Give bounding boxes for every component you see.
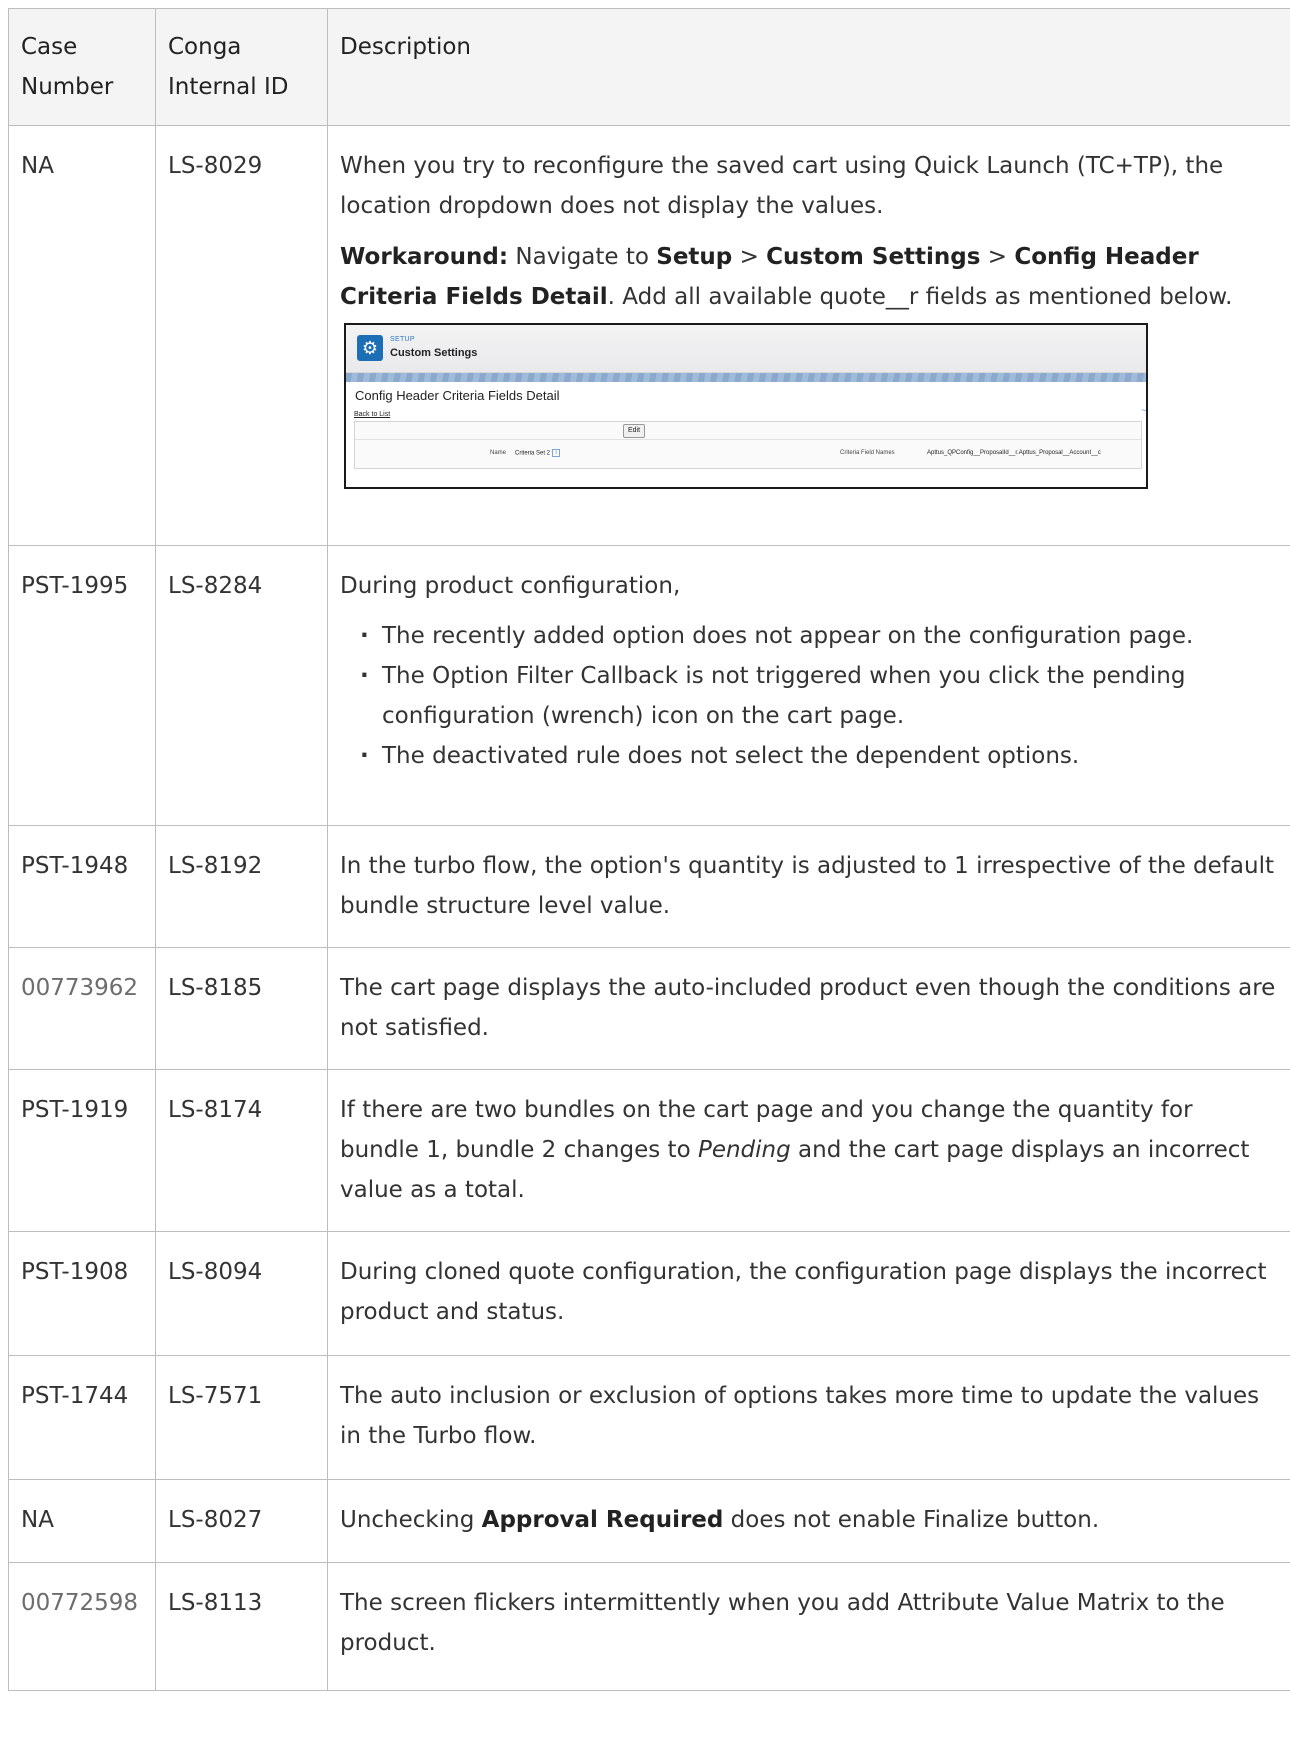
case-number-cell: NA	[8, 1479, 156, 1563]
description-cell: The cart page displays the auto-included…	[327, 947, 1290, 1070]
table-row: NA LS-8027 Unchecking Approval Required …	[8, 1479, 1290, 1563]
description-cell: When you try to reconfigure the saved ca…	[327, 125, 1290, 546]
internal-id-cell: LS-8113	[155, 1562, 328, 1691]
internal-id-cell: LS-8027	[155, 1479, 328, 1563]
header-case-line2: Number	[21, 74, 114, 100]
workaround-text-a: Navigate to	[508, 244, 657, 270]
table-row: PST-1919 LS-8174 If there are two bundle…	[8, 1069, 1290, 1232]
screenshot-edit-button: Edit	[623, 424, 646, 438]
case-number-cell: 00772598	[8, 1562, 156, 1691]
screenshot-detail-panel: Edit Name Criteria Set 2i Criteria Field…	[354, 421, 1142, 469]
description-text: The cart page displays the auto-included…	[340, 975, 1276, 1041]
internal-id-cell: LS-7571	[155, 1355, 328, 1480]
workaround-label: Workaround:	[340, 244, 509, 270]
description-emphasis: Pending	[697, 1137, 791, 1163]
workaround-paragraph: Workaround: Navigate to Setup > Custom S…	[340, 237, 1278, 317]
case-number-cell: PST-1948	[8, 825, 156, 948]
case-number-cell: NA	[8, 125, 156, 546]
internal-id-cell: LS-8284	[155, 545, 328, 826]
internal-id-cell: LS-8174	[155, 1069, 328, 1232]
table-row: NA LS-8029 When you try to reconfigure t…	[8, 125, 1290, 546]
description-cell: During cloned quote configuration, the c…	[327, 1231, 1290, 1356]
header-description-text: Description	[340, 34, 471, 60]
description-text: The auto inclusion or exclusion of optio…	[340, 1383, 1260, 1449]
workaround-sep1: >	[732, 244, 767, 270]
screenshot-page-title: Config Header Criteria Fields Detail	[355, 388, 560, 403]
screenshot-header-title: Custom Settings	[390, 347, 478, 359]
description-text: The screen flickers intermittently when …	[340, 1590, 1225, 1656]
bullet-item: The deactivated rule does not select the…	[360, 736, 1278, 776]
table-row: PST-1948 LS-8192 In the turbo flow, the …	[8, 825, 1290, 948]
screenshot-name-label: Name	[490, 450, 507, 456]
bullet-item: The recently added option does not appea…	[360, 616, 1278, 656]
header-id-line1: Conga	[168, 34, 242, 60]
info-icon: i	[552, 449, 561, 457]
screenshot-help-icon: ~	[1141, 406, 1146, 415]
table-row: 00773962 LS-8185 The cart page displays …	[8, 947, 1290, 1070]
table-row: PST-1995 LS-8284 During product configur…	[8, 545, 1290, 826]
header-internal-id: Conga Internal ID	[155, 8, 328, 126]
description-text-a: Unchecking	[340, 1507, 482, 1533]
screenshot-name-value-wrap: Criteria Set 2i	[515, 449, 561, 458]
description-intro: During product configuration,	[340, 573, 681, 599]
description-bullet-list: The recently added option does not appea…	[340, 616, 1278, 776]
table-row: PST-1744 LS-7571 The auto inclusion or e…	[8, 1355, 1290, 1480]
table-row: PST-1908 LS-8094 During cloned quote con…	[8, 1231, 1290, 1356]
screenshot-criteria-value: Apttus_QPConfig__ProposalId__r.Apttus_Pr…	[927, 450, 1101, 456]
table-row: 00772598 LS-8113 The screen flickers int…	[8, 1562, 1290, 1691]
case-number-cell: PST-1995	[8, 545, 156, 826]
workaround-sep2: >	[980, 244, 1015, 270]
case-number-cell: PST-1919	[8, 1069, 156, 1232]
screenshot-decorative-band	[346, 373, 1146, 382]
case-number-cell: 00773962	[8, 947, 156, 1070]
workaround-text-b: . Add all available quote__r fields as m…	[607, 284, 1233, 310]
bullet-item: The Option Filter Callback is not trigge…	[360, 656, 1278, 736]
case-number-cell: PST-1744	[8, 1355, 156, 1480]
description-cell: The screen flickers intermittently when …	[327, 1562, 1290, 1691]
internal-id-cell: LS-8094	[155, 1231, 328, 1356]
workaround-setup: Setup	[656, 244, 733, 270]
issues-table: Case Number Conga Internal ID Description …	[8, 8, 1290, 1691]
description-text: In the turbo flow, the option's quantity…	[340, 853, 1274, 919]
custom-settings-screenshot: ⚙ SETUP Custom Settings Config Header Cr…	[344, 323, 1148, 489]
internal-id-cell: LS-8185	[155, 947, 328, 1070]
header-description: Description	[327, 8, 1290, 126]
screenshot-criteria-label: Criteria Field Names	[840, 450, 895, 456]
header-id-line2: Internal ID	[168, 74, 289, 100]
header-case-line1: Case	[21, 34, 78, 60]
screenshot-divider	[355, 439, 1141, 440]
header-row: Case Number Conga Internal ID Description	[8, 8, 1290, 126]
description-cell: Unchecking Approval Required does not en…	[327, 1479, 1290, 1563]
workaround-custom-settings: Custom Settings	[766, 244, 981, 270]
internal-id-cell: LS-8029	[155, 125, 328, 546]
description-text: During cloned quote configuration, the c…	[340, 1259, 1267, 1325]
gear-icon: ⚙	[357, 335, 383, 361]
case-number-cell: PST-1908	[8, 1231, 156, 1356]
header-case-number: Case Number	[8, 8, 156, 126]
screenshot-header: ⚙ SETUP Custom Settings	[346, 325, 1146, 373]
description-text-b: does not enable Finalize button.	[723, 1507, 1100, 1533]
screenshot-name-value: Criteria Set 2	[515, 450, 551, 457]
screenshot-back-link: Back to List	[354, 411, 391, 418]
internal-id-cell: LS-8192	[155, 825, 328, 948]
description-text: If there are two bundles on the cart pag…	[340, 1090, 1278, 1210]
description-cell: In the turbo flow, the option's quantity…	[327, 825, 1290, 948]
description-text: Unchecking Approval Required does not en…	[340, 1500, 1278, 1540]
description-cell: During product configuration, The recent…	[327, 545, 1290, 826]
description-bold: Approval Required	[481, 1507, 724, 1533]
description-text: When you try to reconfigure the saved ca…	[340, 153, 1224, 219]
screenshot-setup-label: SETUP	[390, 336, 415, 343]
description-cell: The auto inclusion or exclusion of optio…	[327, 1355, 1290, 1480]
description-cell: If there are two bundles on the cart pag…	[327, 1069, 1290, 1232]
